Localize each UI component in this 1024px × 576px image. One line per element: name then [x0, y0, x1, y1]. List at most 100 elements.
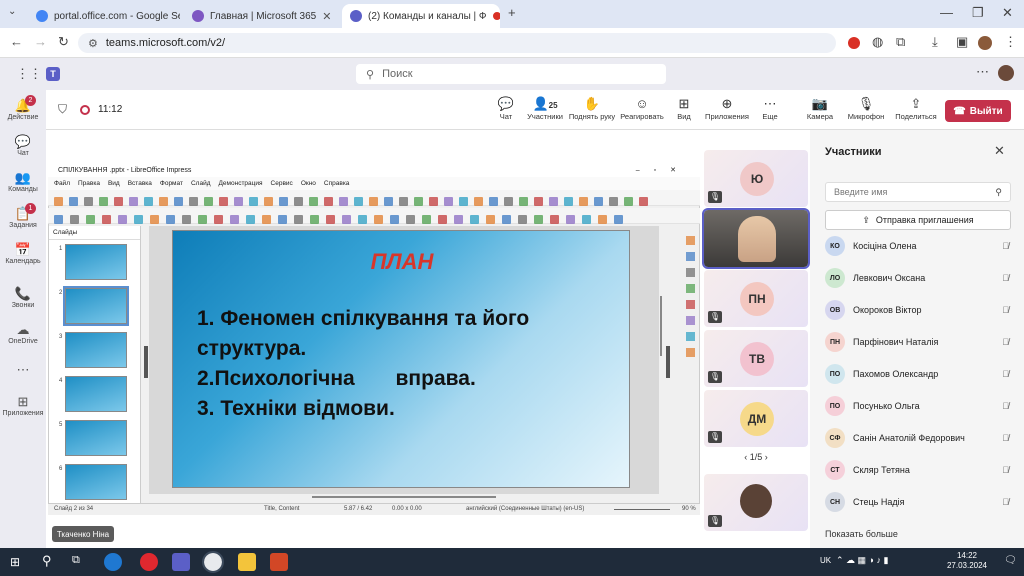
lo-toolbar-icon[interactable] [444, 197, 453, 206]
lo-toolbar-icon[interactable] [549, 197, 558, 206]
lo-toolbar-icon[interactable] [246, 215, 255, 224]
lo-toolbar-icon[interactable] [118, 215, 127, 224]
lo-sidebar-icon[interactable] [686, 316, 695, 325]
teams-taskbar-icon[interactable] [172, 553, 190, 571]
taskbar-clock[interactable]: 14:22 27.03.2024 [942, 551, 992, 571]
participants-button[interactable]: 👤25 Участники [526, 96, 564, 121]
lo-sidebar-icon[interactable] [686, 284, 695, 293]
lo-toolbar-icon[interactable] [70, 215, 79, 224]
lo-toolbar-icon[interactable] [84, 197, 93, 206]
tab-search-icon[interactable]: ⌄ [8, 6, 16, 17]
lo-toolbar-icon[interactable] [278, 215, 287, 224]
camera-button[interactable]: 📷 Камера [804, 96, 836, 121]
close-icon[interactable]: ✕ [322, 10, 331, 23]
chrome-icon[interactable] [202, 551, 224, 573]
lo-sidebar-icon[interactable] [686, 236, 695, 245]
browser-tab-1[interactable]: portal.office.com - Google Sear ✕ [28, 4, 180, 28]
more-button[interactable]: ⋯ Еще [758, 96, 782, 121]
lo-toolbar-icon[interactable] [534, 215, 543, 224]
participant-row[interactable]: ПО Посунько Ольга 🎙̸ [825, 392, 1015, 420]
new-tab-icon[interactable]: + [508, 5, 516, 20]
lo-toolbar-icon[interactable] [454, 215, 463, 224]
lo-toolbar-icon[interactable] [129, 197, 138, 206]
lo-toolbar-icon[interactable] [342, 215, 351, 224]
browser-tab-2[interactable]: Главная | Microsoft 365 ✕ [184, 4, 336, 28]
forward-icon[interactable]: → [34, 34, 47, 49]
share-button[interactable]: ⇪ Поделиться [894, 96, 938, 121]
participant-row[interactable]: ПО Пахомов Олександр 🎙̸ [825, 360, 1015, 388]
slide-thumbnail-selected[interactable] [63, 286, 129, 326]
site-info-icon[interactable]: ⚙ [88, 37, 98, 50]
video-tile[interactable]: ПН 🎙 [704, 270, 808, 327]
lo-toolbar-icon[interactable] [486, 215, 495, 224]
lo-toolbar-icon[interactable] [534, 197, 543, 206]
search-input[interactable]: ⚲ Поиск [356, 64, 666, 84]
slide-thumbnail[interactable] [65, 244, 127, 280]
slide-thumbnail[interactable] [65, 332, 127, 368]
lo-menu-tools[interactable]: Сервис [271, 180, 293, 187]
lo-toolbar-icon[interactable] [264, 197, 273, 206]
lo-toolbar-icon[interactable] [54, 215, 63, 224]
participant-row[interactable]: СТ Скляр Тетяна 🎙̸ [825, 456, 1015, 484]
slide-thumbnail[interactable] [65, 464, 127, 500]
windows-start-icon[interactable]: ⊞ [10, 555, 20, 569]
lo-toolbar-icon[interactable] [310, 215, 319, 224]
lo-toolbar-icon[interactable] [182, 215, 191, 224]
lo-sidebar-icon[interactable] [686, 252, 695, 261]
lo-toolbar-icon[interactable] [99, 197, 108, 206]
user-avatar[interactable] [998, 65, 1014, 81]
adblock-icon[interactable] [848, 37, 860, 49]
lo-toolbar-icon[interactable] [114, 197, 123, 206]
lo-toolbar-icon[interactable] [390, 215, 399, 224]
lo-vertical-scrollbar[interactable] [660, 296, 662, 356]
lo-toolbar-icon[interactable] [579, 197, 588, 206]
rail-calls[interactable]: 📞 Звонки [0, 286, 46, 309]
lo-toolbar-icon[interactable] [86, 215, 95, 224]
powerpoint-icon[interactable] [270, 553, 288, 571]
lo-toolbar-icon[interactable] [159, 197, 168, 206]
lo-menu-window[interactable]: Окно [301, 180, 316, 187]
participant-row[interactable]: ЛО Левкович Оксана 🎙̸ [825, 264, 1015, 292]
rail-teams[interactable]: 👥 Команды [0, 170, 46, 193]
lo-toolbar-icon[interactable] [198, 215, 207, 224]
video-tile[interactable]: ДМ 🎙 [704, 390, 808, 447]
lo-menu-insert[interactable]: Вставка [128, 180, 152, 187]
lo-toolbar-icon[interactable] [358, 215, 367, 224]
window-close-icon[interactable]: ✕ [1002, 5, 1013, 21]
keyboard-language[interactable]: UK [820, 556, 831, 565]
lo-menu-view[interactable]: Вид [108, 180, 120, 187]
lo-toolbar-icon[interactable] [639, 197, 648, 206]
globe-icon[interactable]: ◍ [872, 34, 883, 50]
close-icon[interactable]: ✕ [994, 143, 1005, 159]
lo-menu-slide[interactable]: Слайд [191, 180, 211, 187]
lo-toolbar-icon[interactable] [189, 197, 198, 206]
lo-toolbar-icon[interactable] [422, 215, 431, 224]
lo-toolbar-icon[interactable] [294, 215, 303, 224]
lo-toolbar-icon[interactable] [219, 197, 228, 206]
lo-toolbar-icon[interactable] [134, 215, 143, 224]
lo-toolbar-icon[interactable] [54, 197, 63, 206]
status-language[interactable]: английский (Соединенные Штаты) (en-US) [466, 506, 584, 512]
edge-icon[interactable] [104, 553, 122, 571]
apps-button[interactable]: ⊕ Приложения [704, 96, 750, 121]
lo-toolbar-icon[interactable] [174, 197, 183, 206]
sidepanel-icon[interactable]: ▣ [956, 34, 968, 50]
react-button[interactable]: ☺ Реагировать [620, 96, 664, 121]
lo-menu-edit[interactable]: Правка [78, 180, 100, 187]
leave-button[interactable]: ☎ Выйти [945, 100, 1011, 122]
participant-row[interactable]: ОВ Окороков Віктор 🎙̸ [825, 296, 1015, 324]
rail-apps[interactable]: ⊞ Приложения [0, 394, 46, 417]
lo-sidebar-icon[interactable] [686, 348, 695, 357]
lo-toolbar-icon[interactable] [230, 215, 239, 224]
lo-menu-help[interactable]: Справка [324, 180, 350, 187]
slide-thumbnail[interactable] [65, 420, 127, 456]
lo-toolbar-icon[interactable] [474, 197, 483, 206]
sidebar-collapse-handle[interactable] [666, 346, 670, 378]
lo-menu-format[interactable]: Формат [160, 180, 183, 187]
lo-toolbar-icon[interactable] [339, 197, 348, 206]
show-more-link[interactable]: Показать больше [825, 529, 898, 539]
lo-toolbar-icon[interactable] [309, 197, 318, 206]
download-icon[interactable]: ⤓ [932, 34, 938, 50]
lo-toolbar-icon[interactable] [519, 197, 528, 206]
profile-avatar[interactable] [978, 36, 992, 50]
